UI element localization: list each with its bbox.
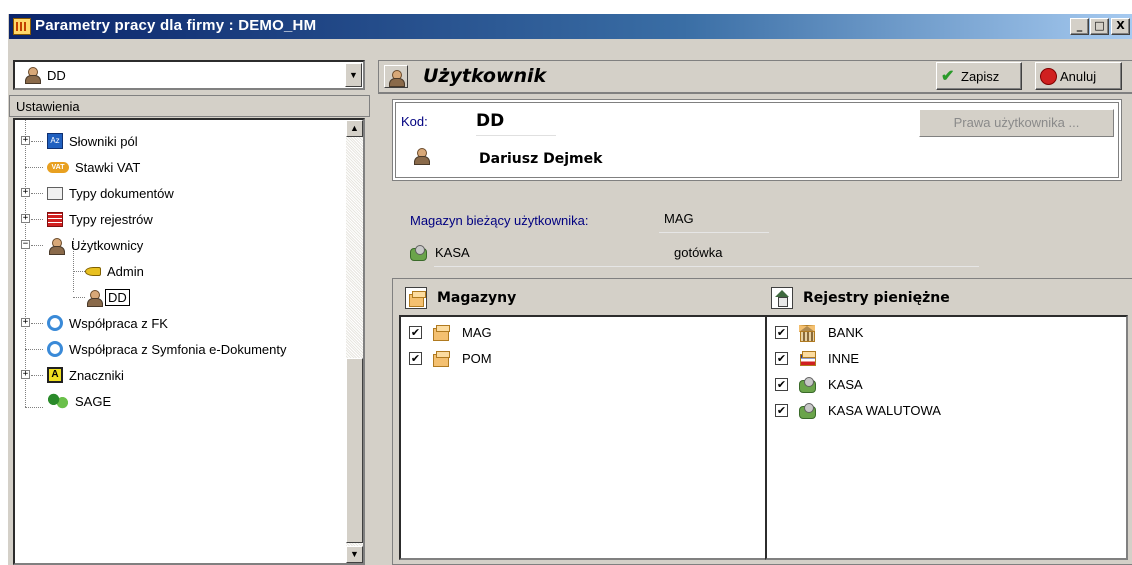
flag-icon	[798, 350, 816, 366]
checkbox[interactable]: ✔	[775, 403, 788, 417]
warehouse-icon	[432, 324, 450, 341]
close-button[interactable]: X	[1111, 18, 1130, 35]
current-warehouse-label: Magazyn bieżący użytkownika:	[410, 213, 589, 228]
checkbox[interactable]: ✔	[775, 325, 788, 339]
cancel-icon	[1040, 67, 1057, 85]
rejestry-list[interactable]: ✔ BANK ✔ INNE ✔ KASA ✔ KASA WALUTOWA	[765, 315, 1128, 560]
tree-item-typy-rejestrow[interactable]: Typy rejestrów	[47, 208, 153, 230]
checkbox[interactable]: ✔	[409, 325, 422, 339]
settings-window: Parametry pracy dla firmy : DEMO_HM _ □ …	[8, 14, 1132, 565]
warehouse-icon	[405, 286, 427, 309]
tree-item-znaczniki[interactable]: A Znaczniki	[47, 364, 124, 386]
user-select-value: DD	[47, 68, 66, 83]
right-panel: Użytkownik ✔ Zapisz Anuluj Kod: DD Dariu…	[378, 42, 1132, 565]
kod-value: DD	[476, 111, 505, 131]
cash-register-label: KASA	[435, 245, 470, 260]
user-select[interactable]: DD ▼	[13, 60, 365, 90]
expand-icon[interactable]: +	[21, 370, 30, 379]
panel-splitter[interactable]	[371, 42, 377, 565]
user-icon	[85, 289, 103, 307]
magazyny-list[interactable]: ✔ MAG ✔ POM	[399, 315, 767, 560]
user-icon	[23, 66, 41, 84]
tree-item-admin[interactable]: Admin	[85, 260, 144, 282]
tree-item-uzytkownicy[interactable]: Użytkownicy	[47, 234, 143, 256]
title-bar[interactable]: Parametry pracy dla firmy : DEMO_HM _ □ …	[9, 14, 1132, 39]
user-full-name: Dariusz Dejmek	[479, 151, 603, 167]
tree-item-stawki-vat[interactable]: VAT Stawki VAT	[47, 156, 140, 178]
expand-icon[interactable]: +	[21, 214, 30, 223]
expand-icon[interactable]: +	[21, 136, 30, 145]
app-icon	[13, 18, 31, 35]
house-icon	[771, 286, 793, 309]
dictionary-icon: Az	[47, 133, 63, 149]
minimize-button[interactable]: _	[1070, 18, 1089, 35]
user-icon	[384, 65, 408, 88]
checkbox[interactable]: ✔	[775, 351, 788, 365]
money-icon	[409, 245, 427, 261]
document-icon	[47, 186, 63, 200]
tree-item-sage[interactable]: SAGE	[47, 390, 111, 412]
scroll-up-icon[interactable]: ▲	[346, 120, 363, 137]
chevron-down-icon[interactable]: ▼	[345, 63, 362, 87]
user-header: Użytkownik ✔ Zapisz Anuluj	[378, 60, 1132, 94]
tree-item-dd[interactable]: DD	[85, 286, 130, 308]
magazyny-header: Magazyny	[405, 281, 516, 314]
list-item[interactable]: ✔ POM	[409, 347, 492, 369]
save-button[interactable]: ✔ Zapisz	[936, 62, 1022, 90]
left-panel: DD ▼ Ustawienia + Az Słowniki pól VAT St…	[9, 42, 370, 565]
key-icon	[85, 266, 101, 276]
users-icon	[47, 237, 65, 255]
settings-header: Ustawienia	[9, 95, 370, 117]
tree-scrollbar[interactable]: ▲ ▼	[346, 120, 363, 563]
tree-item-slowniki[interactable]: Az Słowniki pól	[47, 130, 138, 152]
cash-register-value[interactable]: gotówka	[674, 245, 722, 260]
tree-item-typy-dokumentow[interactable]: Typy dokumentów	[47, 182, 174, 204]
money-icon	[798, 376, 816, 393]
sync-icon	[47, 315, 63, 331]
maximize-button[interactable]: □	[1090, 18, 1109, 35]
settings-tree[interactable]: + Az Słowniki pól VAT Stawki VAT + Typy …	[13, 118, 365, 565]
collapse-icon[interactable]: −	[21, 240, 30, 249]
scroll-down-icon[interactable]: ▼	[346, 546, 363, 563]
checkbox[interactable]: ✔	[409, 351, 422, 365]
page-title: Użytkownik	[423, 65, 547, 87]
expand-icon[interactable]: +	[21, 318, 30, 327]
tag-icon: A	[47, 367, 63, 383]
list-item[interactable]: ✔ KASA	[775, 373, 863, 395]
lists-panel: Magazyny ✔ MAG ✔ POM Rejestry pieniężne	[392, 278, 1132, 565]
bank-icon	[798, 324, 816, 342]
user-rights-button[interactable]: Prawa użytkownika ...	[919, 109, 1114, 137]
checkbox[interactable]: ✔	[775, 377, 788, 391]
user-details: Kod: DD Dariusz Dejmek Prawa użytkownika…	[392, 99, 1122, 181]
expand-icon[interactable]: +	[21, 188, 30, 197]
tree-item-wspolpraca-fk[interactable]: Współpraca z FK	[47, 312, 168, 334]
sync-icon	[47, 341, 63, 357]
current-warehouse-value[interactable]: MAG	[664, 211, 694, 226]
kod-label: Kod:	[401, 114, 428, 129]
tree-item-wspolpraca-symfonia[interactable]: Współpraca z Symfonia e-Dokumenty	[47, 338, 286, 360]
scroll-thumb[interactable]	[346, 358, 363, 543]
sage-icon	[47, 393, 69, 409]
list-item[interactable]: ✔ KASA WALUTOWA	[775, 399, 941, 421]
rejestry-header: Rejestry pieniężne	[771, 281, 950, 314]
list-item[interactable]: ✔ MAG	[409, 321, 492, 343]
window-title: Parametry pracy dla firmy : DEMO_HM	[35, 17, 317, 34]
vat-icon: VAT	[47, 161, 69, 173]
list-item[interactable]: ✔ BANK	[775, 321, 863, 343]
warehouse-icon	[432, 350, 450, 367]
user-icon	[412, 147, 430, 165]
check-icon: ✔	[941, 67, 955, 85]
register-icon	[47, 211, 63, 227]
cancel-button[interactable]: Anuluj	[1035, 62, 1122, 90]
list-item[interactable]: ✔ INNE	[775, 347, 859, 369]
money-icon	[798, 402, 816, 419]
